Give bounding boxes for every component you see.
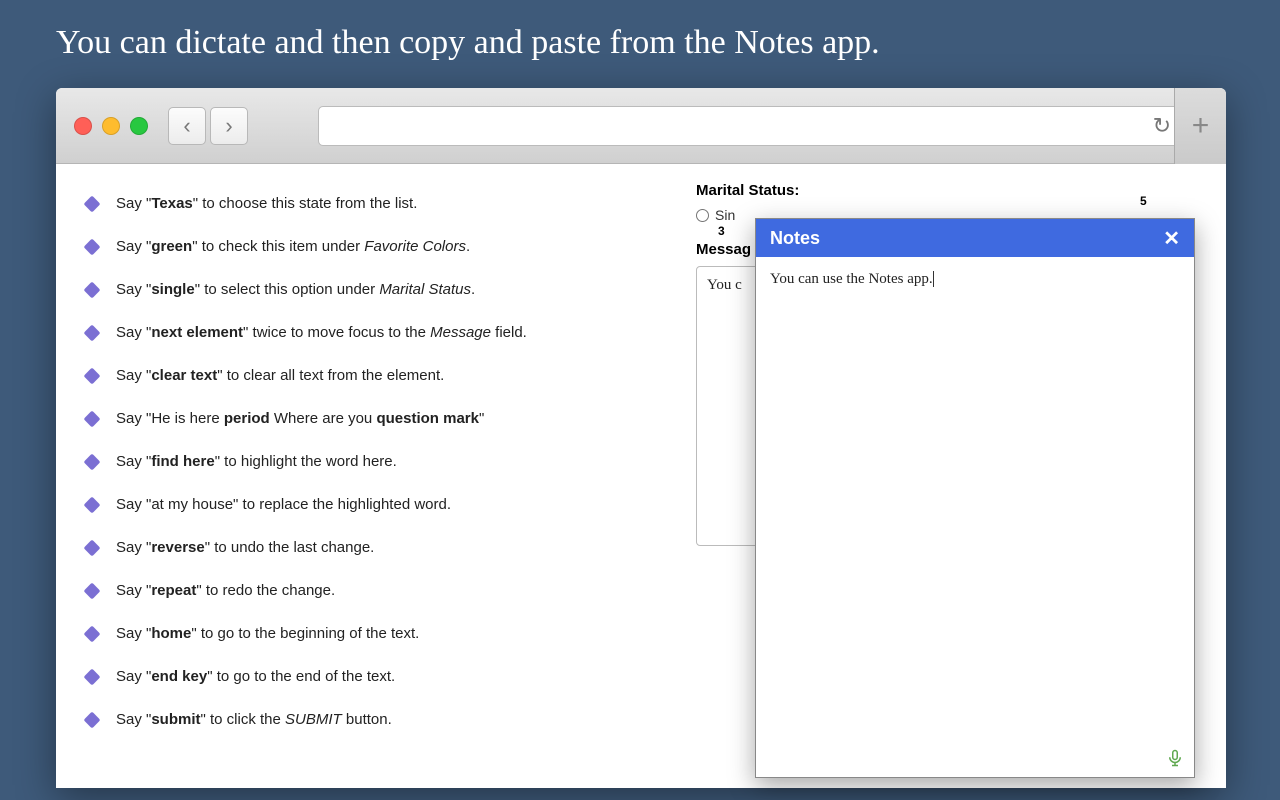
bullet-diamond-icon bbox=[84, 411, 101, 428]
list-item: Say "end key" to go to the end of the te… bbox=[86, 655, 676, 698]
list-item: Say "submit" to click the SUBMIT button. bbox=[86, 698, 676, 741]
notes-text: You can use the Notes app. bbox=[770, 271, 934, 287]
close-window-button[interactable] bbox=[74, 117, 92, 135]
list-item: Say "green" to check this item under Fav… bbox=[86, 225, 676, 268]
instruction-text: Say "next element" twice to move focus t… bbox=[116, 324, 527, 341]
list-item: Say "single" to select this option under… bbox=[86, 268, 676, 311]
notes-title: Notes bbox=[770, 228, 820, 249]
instruction-text: Say "reverse" to undo the last change. bbox=[116, 539, 374, 556]
overlay-number-3: 3 bbox=[718, 224, 725, 238]
instruction-text: Say "green" to check this item under Fav… bbox=[116, 238, 470, 255]
maximize-window-button[interactable] bbox=[130, 117, 148, 135]
radio-single[interactable] bbox=[696, 209, 709, 222]
list-item: Say "home" to go to the beginning of the… bbox=[86, 612, 676, 655]
new-tab-button[interactable]: + bbox=[1174, 88, 1226, 164]
instructions-column: Say "Texas" to choose this state from th… bbox=[86, 182, 676, 770]
plus-icon: + bbox=[1192, 109, 1210, 143]
bullet-diamond-icon bbox=[84, 626, 101, 643]
instruction-text: Say "He is here period Where are you que… bbox=[116, 410, 484, 427]
bullet-diamond-icon bbox=[84, 669, 101, 686]
browser-titlebar: ‹ › ↻ + bbox=[56, 88, 1226, 164]
page-banner: You can dictate and then copy and paste … bbox=[56, 24, 880, 62]
bullet-diamond-icon bbox=[84, 454, 101, 471]
bullet-diamond-icon bbox=[84, 368, 101, 385]
notes-panel: Notes ✕ You can use the Notes app. bbox=[755, 218, 1195, 778]
window-controls bbox=[74, 117, 148, 135]
list-item: Say "at my house" to replace the highlig… bbox=[86, 483, 676, 526]
radio-single-label: Sin bbox=[715, 207, 735, 223]
instruction-text: Say "submit" to click the SUBMIT button. bbox=[116, 711, 392, 728]
chevron-left-icon: ‹ bbox=[183, 113, 190, 139]
list-item: Say "repeat" to redo the change. bbox=[86, 569, 676, 612]
list-item: Say "next element" twice to move focus t… bbox=[86, 311, 676, 354]
bullet-diamond-icon bbox=[84, 712, 101, 729]
url-bar[interactable]: ↻ bbox=[318, 106, 1188, 146]
bullet-diamond-icon bbox=[84, 196, 101, 213]
chevron-right-icon: › bbox=[225, 113, 232, 139]
marital-status-label: Marital Status: bbox=[696, 182, 1196, 199]
list-item: Say "find here" to highlight the word he… bbox=[86, 440, 676, 483]
forward-button[interactable]: › bbox=[210, 107, 248, 145]
bullet-diamond-icon bbox=[84, 282, 101, 299]
list-item: Say "clear text" to clear all text from … bbox=[86, 354, 676, 397]
instruction-text: Say "repeat" to redo the change. bbox=[116, 582, 335, 599]
notes-header[interactable]: Notes ✕ bbox=[756, 219, 1194, 257]
list-item: Say "He is here period Where are you que… bbox=[86, 397, 676, 440]
close-icon[interactable]: ✕ bbox=[1163, 226, 1180, 251]
notes-body[interactable]: You can use the Notes app. bbox=[756, 257, 1194, 777]
instruction-text: Say "clear text" to clear all text from … bbox=[116, 367, 444, 384]
list-item: Say "reverse" to undo the last change. bbox=[86, 526, 676, 569]
overlay-number-5: 5 bbox=[1140, 194, 1147, 208]
instruction-list: Say "Texas" to choose this state from th… bbox=[86, 182, 676, 741]
reload-icon[interactable]: ↻ bbox=[1153, 113, 1171, 139]
nav-buttons: ‹ › bbox=[168, 107, 248, 145]
instruction-text: Say "find here" to highlight the word he… bbox=[116, 453, 397, 470]
microphone-icon[interactable] bbox=[1166, 747, 1184, 769]
bullet-diamond-icon bbox=[84, 583, 101, 600]
bullet-diamond-icon bbox=[84, 540, 101, 557]
instruction-text: Say "at my house" to replace the highlig… bbox=[116, 496, 451, 513]
minimize-window-button[interactable] bbox=[102, 117, 120, 135]
back-button[interactable]: ‹ bbox=[168, 107, 206, 145]
instruction-text: Say "single" to select this option under… bbox=[116, 281, 475, 298]
instruction-text: Say "home" to go to the beginning of the… bbox=[116, 625, 419, 642]
instruction-text: Say "end key" to go to the end of the te… bbox=[116, 668, 395, 685]
bullet-diamond-icon bbox=[84, 325, 101, 342]
bullet-diamond-icon bbox=[84, 497, 101, 514]
instruction-text: Say "Texas" to choose this state from th… bbox=[116, 195, 417, 212]
bullet-diamond-icon bbox=[84, 239, 101, 256]
list-item: Say "Texas" to choose this state from th… bbox=[86, 182, 676, 225]
